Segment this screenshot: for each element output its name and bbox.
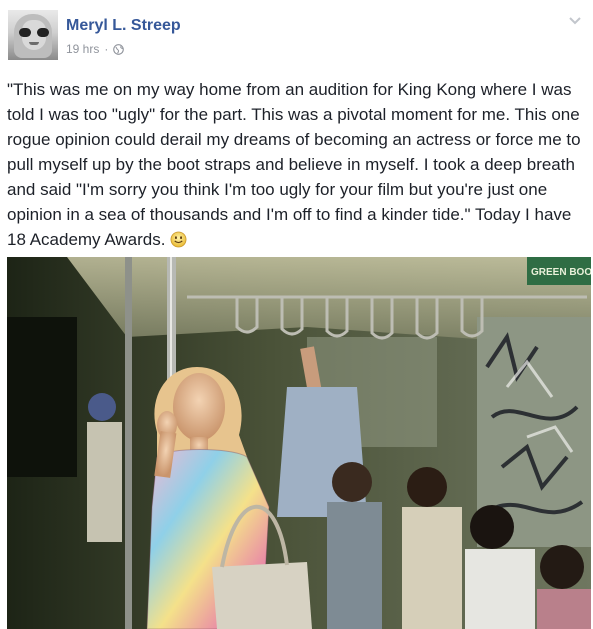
post-photo[interactable]: GREEN BOO bbox=[7, 257, 591, 629]
post-meta: 19 hrs · bbox=[66, 42, 125, 56]
sign-text: GREEN BOO bbox=[531, 267, 591, 278]
post-text: "This was me on my way home from an audi… bbox=[7, 77, 589, 252]
subway-photo-illustration: GREEN BOO bbox=[7, 257, 591, 629]
post-timestamp[interactable]: 19 hrs bbox=[66, 42, 99, 56]
meta-separator: · bbox=[104, 42, 109, 56]
post-header: Meryl L. Streep 19 hrs · bbox=[0, 0, 593, 70]
author-name[interactable]: Meryl L. Streep bbox=[66, 17, 181, 35]
globe-icon[interactable] bbox=[113, 43, 125, 55]
avatar[interactable] bbox=[8, 10, 58, 60]
smiley-icon bbox=[170, 231, 187, 248]
post-body: "This was me on my way home from an audi… bbox=[7, 80, 581, 249]
chevron-down-icon[interactable] bbox=[568, 16, 582, 26]
